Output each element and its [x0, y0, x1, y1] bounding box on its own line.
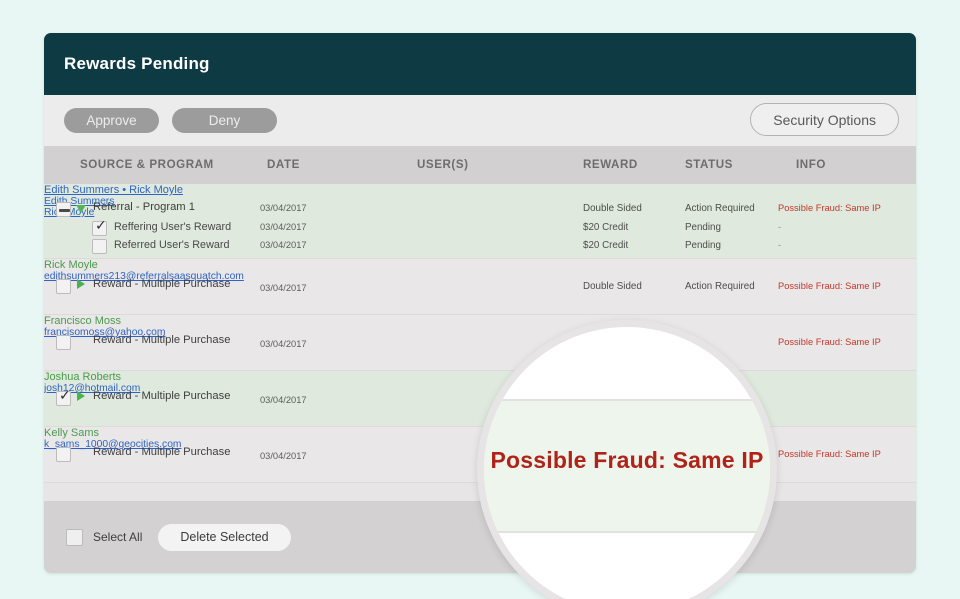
row-user-name: Francisco Moss [44, 315, 916, 327]
magnifier-row-divider-bottom [484, 531, 770, 533]
column-header-source[interactable]: SOURCE & PROGRAM [80, 158, 214, 171]
table-header: SOURCE & PROGRAM DATE USER(S) REWARD STA… [44, 146, 916, 184]
table-row[interactable]: Reward - Multiple Purchase 03/04/2017 Ri… [44, 259, 916, 315]
magnifier-fraud-text: Possible Fraud: Same IP [484, 447, 770, 474]
deny-button[interactable]: Deny [172, 108, 277, 133]
table-footer: Select All Delete Selected [44, 501, 916, 573]
row-source-label: Reward - Multiple Purchase [93, 390, 230, 402]
child-row-checkbox-checked[interactable]: ✓ [92, 221, 107, 236]
column-header-reward[interactable]: REWARD [583, 158, 638, 171]
row-date: 03/04/2017 [260, 451, 307, 461]
row-info-alert: Possible Fraud: Same IP [778, 449, 881, 459]
security-options-button[interactable]: Security Options [750, 103, 899, 136]
row-status: Action Required [685, 203, 755, 214]
table-row[interactable]: ✓ Reward - Multiple Purchase 03/04/2017 … [44, 371, 916, 427]
row-reward: Double Sided [583, 281, 642, 292]
screenshot-root: Rewards Pending Approve Deny Security Op… [0, 0, 960, 599]
row-checkbox-indeterminate[interactable] [56, 202, 71, 217]
row-checkbox-unchecked[interactable] [56, 335, 71, 350]
indeterminate-dash-icon [59, 209, 70, 212]
column-header-date[interactable]: DATE [267, 158, 300, 171]
child-row-status: Pending [685, 240, 721, 251]
row-date: 03/04/2017 [260, 203, 307, 213]
row-user-name: Joshua Roberts [44, 371, 916, 383]
page-title: Rewards Pending [44, 54, 210, 74]
child-row-source-label: Referred User's Reward [114, 239, 229, 251]
card-titlebar: Rewards Pending [44, 33, 916, 95]
action-toolbar: Approve Deny Security Options [44, 95, 916, 146]
row-info-alert: Possible Fraud: Same IP [778, 203, 881, 213]
row-checkbox-unchecked[interactable] [56, 447, 71, 462]
checkmark-icon: ✓ [59, 389, 71, 404]
row-reward: Double Sided [583, 203, 642, 214]
child-row-date: 03/04/2017 [260, 240, 307, 250]
approve-button[interactable]: Approve [64, 108, 159, 133]
row-date: 03/04/2017 [260, 283, 307, 293]
expand-toggle-icon[interactable] [76, 205, 86, 213]
row-date: 03/04/2017 [260, 339, 307, 349]
child-row-reward: $20 Credit [583, 240, 628, 251]
child-row-reward: $20 Credit [583, 222, 628, 233]
collapse-toggle-icon[interactable] [77, 391, 85, 401]
child-row-source-label: Reffering User's Reward [114, 221, 231, 233]
column-header-status[interactable]: STATUS [685, 158, 733, 171]
row-date: 03/04/2017 [260, 395, 307, 405]
row-source-label: Reward - Multiple Purchase [93, 278, 230, 290]
child-row-info: - [778, 240, 781, 250]
child-row-info: - [778, 222, 781, 232]
delete-selected-button[interactable]: Delete Selected [158, 524, 290, 551]
row-source-label: Reward - Multiple Purchase [93, 446, 230, 458]
column-header-info[interactable]: INFO [796, 158, 826, 171]
table-row[interactable]: Referral - Program 1 03/04/2017 Edith Su… [44, 184, 916, 259]
select-all-label: Select All [93, 530, 142, 544]
checkmark-icon: ✓ [95, 219, 107, 234]
row-info-alert: Possible Fraud: Same IP [778, 337, 881, 347]
row-source-label: Reward - Multiple Purchase [93, 334, 230, 346]
row-info-alert: Possible Fraud: Same IP [778, 281, 881, 291]
table-row[interactable]: Reward - Multiple Purchase 03/04/2017 Fr… [44, 315, 916, 371]
row-checkbox-checked[interactable]: ✓ [56, 391, 71, 406]
row-status: Action Required [685, 281, 755, 292]
collapse-toggle-icon[interactable] [77, 279, 85, 289]
row-checkbox-unchecked[interactable] [56, 279, 71, 294]
row-user-name: Rick Moyle [44, 259, 916, 271]
child-row-status: Pending [685, 222, 721, 233]
select-all-checkbox[interactable] [66, 529, 83, 546]
column-header-users[interactable]: USER(S) [417, 158, 469, 171]
child-row-checkbox-unchecked[interactable] [92, 239, 107, 254]
child-row-date: 03/04/2017 [260, 222, 307, 232]
row-users-link[interactable]: Edith Summers • Rick Moyle [44, 184, 916, 196]
row-source-label: Referral - Program 1 [93, 201, 195, 213]
